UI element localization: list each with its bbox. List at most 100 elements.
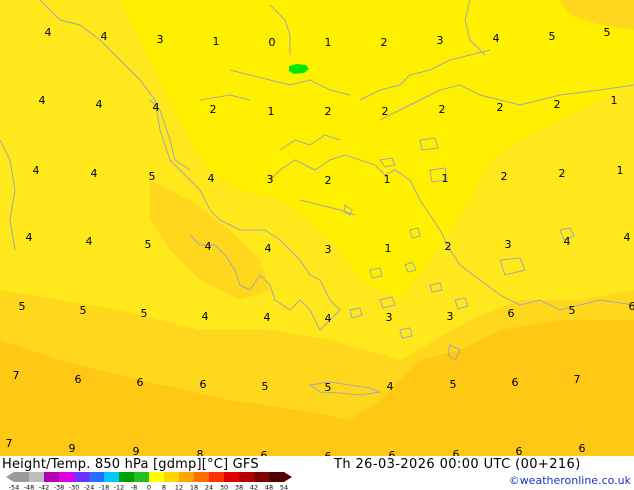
legend-tick: -24	[84, 484, 95, 490]
contour-value: 4	[208, 172, 215, 185]
legend-swatch	[209, 472, 225, 482]
legend-tick: -38	[54, 484, 65, 490]
legend-tick: -54	[9, 484, 20, 490]
contour-value: 1	[611, 94, 618, 107]
contour-value: 5	[325, 381, 332, 394]
contour-value: 5	[262, 380, 269, 393]
contour-value: 4	[86, 235, 93, 248]
legend-tick: 12	[175, 484, 183, 490]
contour-value: 9	[69, 442, 76, 455]
legend-swatch	[29, 472, 45, 482]
contour-value: 2	[445, 240, 452, 253]
contour-value: 4	[265, 242, 272, 255]
contour-value: 4	[26, 231, 33, 244]
contour-value: 1	[213, 35, 220, 48]
contour-value: 6	[629, 300, 634, 313]
contour-value: 6	[200, 378, 207, 391]
contour-value: 5	[549, 30, 556, 43]
legend-swatch	[254, 472, 270, 482]
brand-link[interactable]: ©weatheronline.co.uk	[509, 474, 631, 487]
legend-tick: -18	[99, 484, 110, 490]
contour-value: 6	[389, 449, 396, 456]
contour-value: 4	[153, 101, 160, 114]
legend-tick: -12	[114, 484, 125, 490]
contour-value: 7	[574, 373, 581, 386]
contour-value: 5	[604, 26, 611, 39]
contour-value: 2	[501, 170, 508, 183]
contour-value: 2	[382, 105, 389, 118]
legend-swatch	[134, 472, 150, 482]
legend-tick: -42	[39, 484, 50, 490]
contour-value: 4	[264, 311, 271, 324]
legend-swatch	[149, 472, 165, 482]
contour-value: 3	[386, 311, 393, 324]
legend-tick: 8	[162, 484, 166, 490]
contour-value: 2	[325, 105, 332, 118]
contour-value: 4	[624, 231, 631, 244]
contour-value: 6	[261, 449, 268, 456]
legend-swatch	[104, 472, 120, 482]
contour-value: 3	[325, 243, 332, 256]
contour-value: 6	[508, 307, 515, 320]
contour-value: 2	[554, 98, 561, 111]
color-legend	[6, 472, 292, 482]
contour-value: 2	[439, 103, 446, 116]
contour-value: 1	[384, 173, 391, 186]
map-title: Height/Temp. 850 hPa [gdmp][°C] GFS	[2, 457, 259, 472]
contour-value: 3	[505, 238, 512, 251]
legend-tick: 38	[235, 484, 243, 490]
contour-value: 7	[6, 437, 13, 450]
legend-tick-labels: -54 -48 -42 -38 -30 -24 -18 -12 -8 0 8 12 18 24 30 38 42…	[9, 484, 288, 490]
legend-swatch	[269, 472, 285, 482]
contour-value: 5	[149, 170, 156, 183]
legend-swatch	[89, 472, 105, 482]
legend-swatch	[74, 472, 90, 482]
legend-swatch	[194, 472, 210, 482]
contour-value: 6	[137, 376, 144, 389]
legend-tick: 24	[205, 484, 213, 490]
legend-tick: 30	[220, 484, 228, 490]
contour-value: 5	[450, 378, 457, 391]
legend-tick: 42	[250, 484, 258, 490]
contour-value: 4	[325, 312, 332, 325]
contour-value: 4	[96, 98, 103, 111]
contour-value: 4	[101, 30, 108, 43]
contour-value: 2	[325, 174, 332, 187]
map-datetime: Th 26-03-2026 00:00 UTC (00+216)	[334, 457, 581, 472]
legend-swatch	[224, 472, 240, 482]
legend-arrow-left	[6, 472, 14, 482]
contour-value: 5	[19, 300, 26, 313]
weather-map[interactable]: 4 4 3 1 0 1 2 3 4 5 5 4 4 4 2 1 2 2 2 2 2 1 4 4 5 4 3 2 1 1 2 2 1 4 4 5 4 4 3 1…	[0, 0, 634, 456]
contour-value: 3	[267, 173, 274, 186]
legend-tick: 18	[190, 484, 198, 490]
contour-value: 4	[33, 164, 40, 177]
contour-value: 2	[210, 103, 217, 116]
contour-value: 4	[202, 310, 209, 323]
legend-tick: -8	[131, 484, 137, 490]
contour-value: 3	[437, 34, 444, 47]
legend-tick: 48	[265, 484, 273, 490]
legend-tick: -48	[24, 484, 35, 490]
contour-value: 4	[205, 240, 212, 253]
contour-value: 4	[387, 380, 394, 393]
legend-swatch	[14, 472, 30, 482]
contour-value: 3	[447, 310, 454, 323]
contour-value: 6	[512, 376, 519, 389]
contour-value: 1	[268, 105, 275, 118]
contour-value: 5	[80, 304, 87, 317]
map-viewer: 4431012345544421222221445432112214454431…	[0, 0, 634, 490]
contour-value: 7	[13, 369, 20, 382]
contour-value: 4	[91, 167, 98, 180]
contour-value: 2	[381, 36, 388, 49]
legend-swatch	[179, 472, 195, 482]
contour-value: 6	[516, 445, 523, 456]
contour-value: 4	[45, 26, 52, 39]
contour-value: 1	[442, 172, 449, 185]
legend-swatch	[44, 472, 60, 482]
legend-tick: 0	[147, 484, 151, 490]
legend-tick: -30	[69, 484, 80, 490]
legend-tick: 54	[280, 484, 288, 490]
contour-value: 1	[325, 36, 332, 49]
contour-value: 6	[453, 448, 460, 456]
contour-value: 0	[269, 36, 276, 49]
